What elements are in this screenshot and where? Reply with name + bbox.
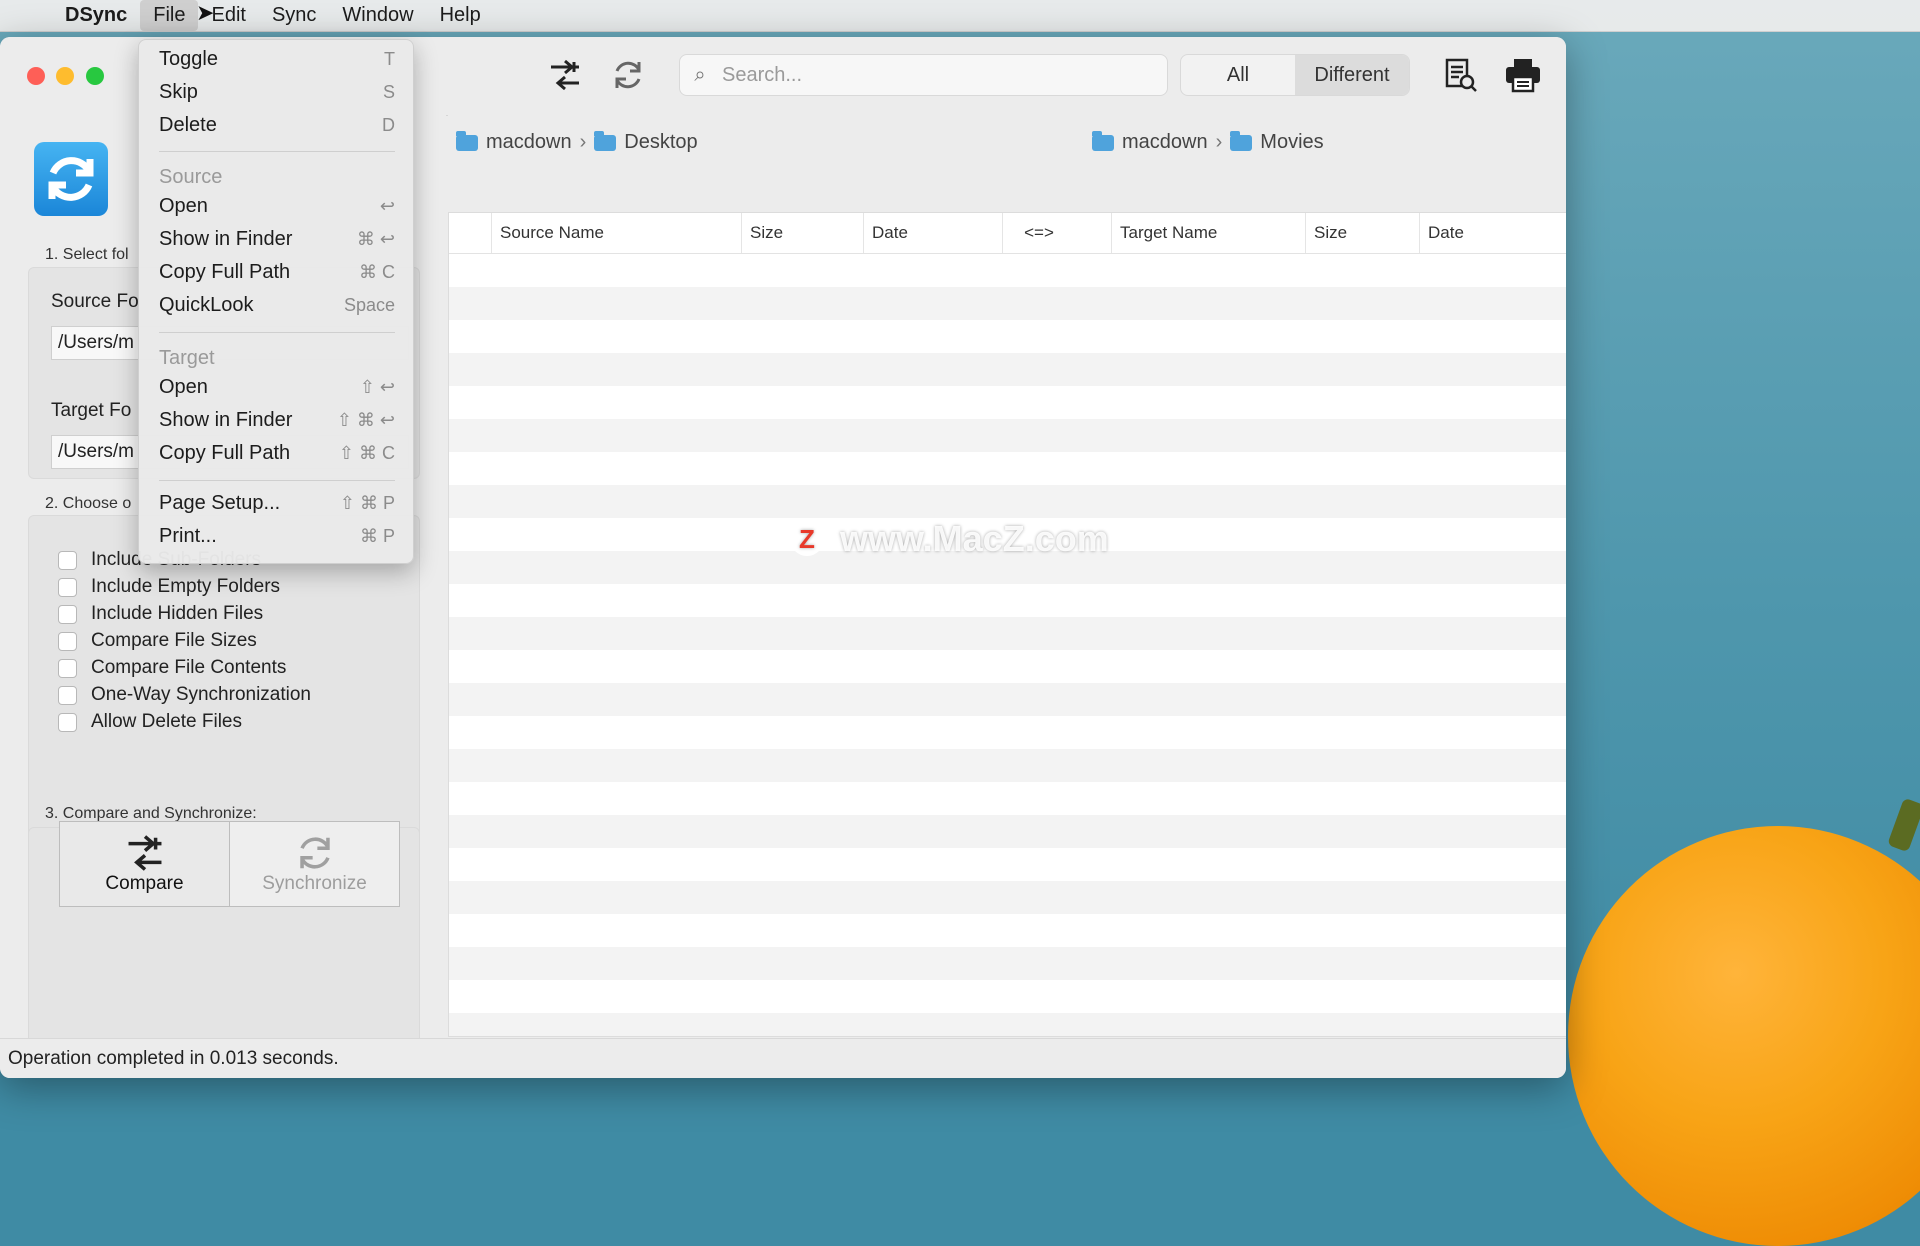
menu-separator	[159, 151, 395, 152]
col-source-name[interactable]: Source Name	[491, 213, 738, 253]
breadcrumb-item[interactable]: Desktop	[624, 131, 697, 154]
menu-item-target-show-in-finder[interactable]: Show in Finder ⇧ ⌘ ↩	[159, 405, 395, 435]
col-source-size[interactable]: Size	[741, 213, 862, 253]
folder-icon	[594, 130, 617, 151]
target-folder-label: Target Fo	[51, 400, 132, 421]
folder-icon	[1092, 130, 1114, 151]
breadcrumb-item[interactable]: Movies	[1260, 131, 1323, 154]
menu-item-quicklook[interactable]: QuickLook Space	[159, 290, 395, 320]
step1-label: 1. Select fol	[45, 246, 129, 263]
checkbox[interactable]	[58, 577, 77, 597]
option-one-way-sync[interactable]: One-Way Synchronization	[58, 683, 311, 707]
col-compare[interactable]: <=>	[1002, 213, 1067, 253]
menu-item-target-open[interactable]: Open ⇧ ↩	[159, 372, 395, 402]
compare-icon	[128, 835, 161, 871]
menu-header-target: Target	[159, 347, 215, 369]
menu-item-delete[interactable]: Delete D	[159, 110, 395, 140]
breadcrumb-item[interactable]: macdown	[1122, 131, 1208, 154]
mouse-pointer-icon: ➤	[196, 0, 215, 25]
source-folder-label: Source Fo	[51, 291, 139, 312]
synchronize-label: Synchronize	[262, 873, 367, 894]
filter-all-button[interactable]: All	[1181, 55, 1295, 95]
menu-item-target-copy-full-path[interactable]: Copy Full Path ⇧ ⌘ C	[159, 438, 395, 468]
target-breadcrumb: macdown › Movies	[1092, 130, 1324, 154]
comparison-panel: macdown › Desktop macdown › Movies Sourc…	[448, 115, 1566, 1038]
minimize-window-button[interactable]	[56, 67, 74, 85]
checkbox[interactable]	[58, 550, 77, 570]
folder-icon	[1230, 130, 1253, 151]
option-compare-file-contents[interactable]: Compare File Contents	[58, 656, 286, 680]
option-compare-file-sizes[interactable]: Compare File Sizes	[58, 629, 257, 653]
dsync-logo-icon	[34, 142, 108, 216]
menu-item-source-copy-full-path[interactable]: Copy Full Path ⌘ C	[159, 257, 395, 287]
checkbox[interactable]	[58, 604, 77, 624]
menu-item-page-setup[interactable]: Page Setup... ⇧ ⌘ P	[159, 488, 395, 518]
compare-label: Compare	[105, 873, 184, 894]
menu-file[interactable]: File	[140, 0, 199, 31]
menu-item-print[interactable]: Print... ⌘ P	[159, 521, 395, 551]
file-menu-dropdown: Toggle T Skip S Delete D Source Open ↩ Show …	[138, 39, 414, 564]
report-icon[interactable]	[1440, 55, 1480, 95]
table-rows[interactable]	[449, 254, 1566, 1036]
menu-help[interactable]: Help	[427, 0, 494, 31]
menu-bar: DSync File Edit Sync Window Help	[0, 0, 1920, 32]
col-target-name[interactable]: Target Name	[1111, 213, 1304, 253]
menu-window[interactable]: Window	[329, 0, 426, 31]
watermark-text: www.MacZ.com	[840, 518, 1109, 559]
zoom-window-button[interactable]	[86, 67, 104, 85]
watermark: Z www.MacZ.com	[790, 518, 1109, 560]
synchronize-button[interactable]: Synchronize	[229, 821, 400, 907]
search-input[interactable]	[720, 62, 1154, 88]
synchronize-icon	[299, 837, 330, 869]
breadcrumb-item[interactable]: macdown	[486, 131, 572, 154]
menu-item-skip[interactable]: Skip S	[159, 77, 395, 107]
filter-different-button[interactable]: Different	[1295, 55, 1409, 95]
search-box[interactable]: ⌕	[679, 54, 1168, 96]
table-header: Source Name Size Date <=> Target Name Si…	[449, 213, 1566, 254]
menu-item-source-show-in-finder[interactable]: Show in Finder ⌘ ↩	[159, 224, 395, 254]
folder-icon	[456, 130, 478, 151]
status-bar: Operation completed in 0.013 seconds.	[0, 1038, 1566, 1078]
menu-item-source-open[interactable]: Open ↩	[159, 191, 395, 221]
chevron-right-icon: ›	[579, 131, 587, 153]
macz-logo-icon: Z	[790, 522, 824, 556]
option-allow-delete-files[interactable]: Allow Delete Files	[58, 710, 242, 734]
menu-app-name[interactable]: DSync	[52, 0, 140, 31]
compare-button[interactable]: Compare	[59, 821, 230, 907]
menu-sync[interactable]: Sync	[259, 0, 329, 31]
col-target-date[interactable]: Date	[1419, 213, 1566, 253]
compare-toolbar-icon[interactable]	[545, 55, 585, 95]
checkbox[interactable]	[58, 685, 77, 705]
menu-separator	[159, 332, 395, 333]
source-breadcrumb: macdown › Desktop	[456, 130, 698, 154]
col-target-size[interactable]: Size	[1305, 213, 1418, 253]
menu-separator	[159, 480, 395, 481]
checkbox[interactable]	[58, 712, 77, 732]
close-window-button[interactable]	[27, 67, 45, 85]
option-include-empty-folders[interactable]: Include Empty Folders	[58, 575, 280, 599]
sync-toolbar-icon[interactable]	[608, 55, 648, 95]
menu-item-toggle[interactable]: Toggle T	[159, 44, 395, 74]
step2-label: 2. Choose o	[45, 495, 132, 512]
col-source-date[interactable]: Date	[863, 213, 1010, 253]
checkbox[interactable]	[58, 631, 77, 651]
printer-icon[interactable]	[1503, 55, 1543, 95]
checkbox[interactable]	[58, 658, 77, 678]
option-include-hidden-files[interactable]: Include Hidden Files	[58, 602, 263, 626]
menu-header-source: Source	[159, 166, 223, 188]
chevron-right-icon: ›	[1215, 131, 1223, 153]
file-table: Source Name Size Date <=> Target Name Si…	[448, 212, 1566, 1037]
filter-segmented-control: All Different	[1180, 54, 1410, 96]
search-icon: ⌕	[694, 63, 706, 86]
